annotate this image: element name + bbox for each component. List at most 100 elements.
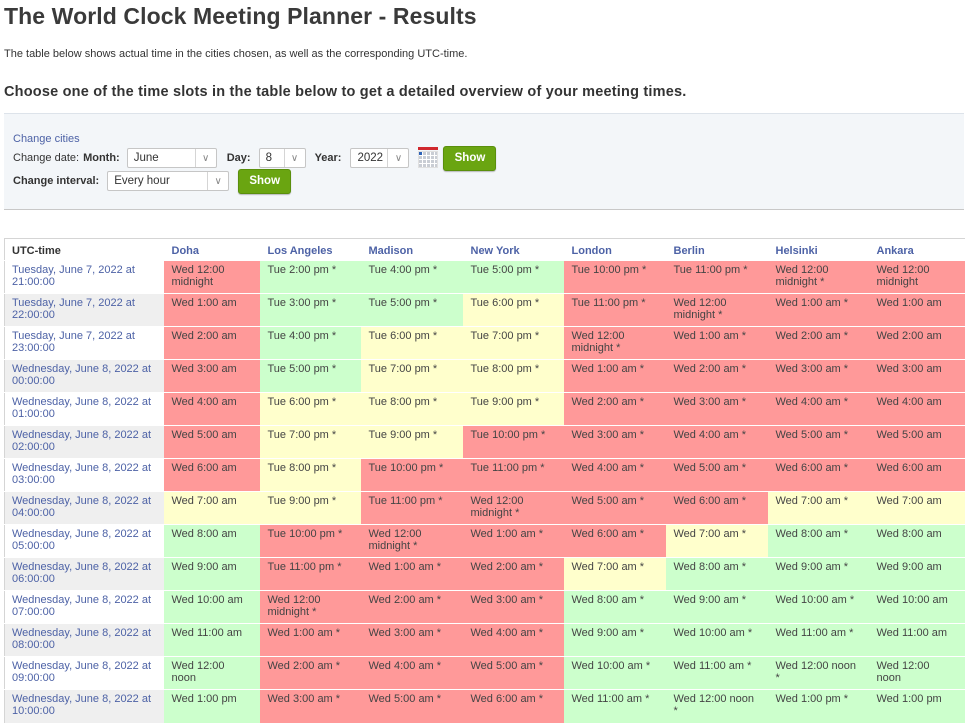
interval-select[interactable]: Every hour ∨ [107, 171, 230, 191]
time-slot-cell[interactable]: Wed 3:00 am * [563, 425, 666, 459]
time-slot-cell[interactable]: Wed 4:00 am [163, 392, 260, 426]
time-slot-cell[interactable]: Wed 5:00 am * [767, 425, 869, 459]
time-slot-cell[interactable]: Wed 7:00 am * [563, 557, 666, 591]
time-slot-cell[interactable]: Wed 6:00 am [868, 458, 965, 492]
time-slot-cell[interactable]: Wed 4:00 am * [665, 425, 768, 459]
day-select[interactable]: 8 ∨ [258, 148, 306, 168]
time-slot-cell[interactable]: Tue 9:00 pm * [462, 392, 564, 426]
time-slot-cell[interactable]: Tue 5:00 pm * [259, 359, 361, 393]
time-slot-cell[interactable]: Wed 1:00 pm [163, 689, 260, 723]
table-row[interactable]: Wednesday, June 8, 2022 at 06:00:00 Wed 9… [4, 557, 965, 591]
table-row[interactable]: Wednesday, June 8, 2022 at 03:00:00 Wed 6… [4, 458, 965, 492]
table-row[interactable]: Wednesday, June 8, 2022 at 05:00:00 Wed 8… [4, 524, 965, 558]
utc-time-cell[interactable]: Wednesday, June 8, 2022 at 01:00:00 [4, 392, 164, 426]
utc-time-cell[interactable]: Wednesday, June 8, 2022 at 04:00:00 [4, 491, 164, 525]
month-select[interactable]: June ∨ [126, 148, 217, 168]
time-slot-cell[interactable]: Wed 10:00 am * [563, 656, 666, 690]
time-slot-cell[interactable]: Wed 3:00 am * [767, 359, 869, 393]
time-slot-cell[interactable]: Tue 6:00 pm * [259, 392, 361, 426]
time-slot-cell[interactable]: Wed 5:00 am * [563, 491, 666, 525]
time-slot-cell[interactable]: Wed 5:00 am * [665, 458, 768, 492]
time-slot-cell[interactable]: Wed 8:00 am * [767, 524, 869, 558]
time-slot-cell[interactable]: Wed 6:00 am * [462, 689, 564, 723]
table-row[interactable]: Wednesday, June 8, 2022 at 02:00:00 Wed 5… [4, 425, 965, 459]
time-slot-cell[interactable]: Wed 3:00 am * [360, 623, 463, 657]
utc-time-cell[interactable]: Tuesday, June 7, 2022 at 23:00:00 [4, 326, 164, 360]
utc-time-cell[interactable]: Wednesday, June 8, 2022 at 07:00:00 [4, 590, 164, 624]
time-slot-cell[interactable]: Wed 11:00 am * [563, 689, 666, 723]
header-city-berlin[interactable]: Berlin [666, 239, 768, 261]
time-slot-cell[interactable]: Wed 7:00 am * [767, 491, 869, 525]
time-slot-cell[interactable]: Wed 12:00 midnight * [259, 590, 361, 624]
time-slot-cell[interactable]: Wed 5:00 am [163, 425, 260, 459]
time-slot-cell[interactable]: Wed 11:00 am [868, 623, 965, 657]
table-row[interactable]: Tuesday, June 7, 2022 at 22:00:00 Wed 1:0… [4, 293, 965, 327]
time-slot-cell[interactable]: Wed 8:00 am [868, 524, 965, 558]
year-select[interactable]: 2022 ∨ [350, 148, 410, 168]
time-slot-cell[interactable]: Tue 4:00 pm * [360, 260, 463, 294]
table-row[interactable]: Wednesday, June 8, 2022 at 01:00:00 Wed 4… [4, 392, 965, 426]
show-interval-button[interactable]: Show [238, 168, 292, 194]
time-slot-cell[interactable]: Tue 11:00 pm * [360, 491, 463, 525]
time-slot-cell[interactable]: Tue 11:00 pm * [665, 260, 768, 294]
time-slot-cell[interactable]: Wed 4:00 am * [767, 392, 869, 426]
time-slot-cell[interactable]: Wed 2:00 am * [259, 656, 361, 690]
time-slot-cell[interactable]: Tue 7:00 pm * [259, 425, 361, 459]
time-slot-cell[interactable]: Wed 12:00 noon * [665, 689, 768, 723]
time-slot-cell[interactable]: Wed 1:00 am [163, 293, 260, 327]
time-slot-cell[interactable]: Wed 9:00 am [163, 557, 260, 591]
header-city-helsinki[interactable]: Helsinki [768, 239, 869, 261]
time-slot-cell[interactable]: Wed 11:00 am [163, 623, 260, 657]
header-city-doha[interactable]: Doha [164, 239, 260, 261]
header-city-madison[interactable]: Madison [361, 239, 463, 261]
time-slot-cell[interactable]: Wed 10:00 am * [767, 590, 869, 624]
time-slot-cell[interactable]: Wed 1:00 pm [868, 689, 965, 723]
time-slot-cell[interactable]: Wed 9:00 am * [563, 623, 666, 657]
time-slot-cell[interactable]: Wed 10:00 am [163, 590, 260, 624]
header-city-new-york[interactable]: New York [463, 239, 564, 261]
utc-time-cell[interactable]: Wednesday, June 8, 2022 at 05:00:00 [4, 524, 164, 558]
time-slot-cell[interactable]: Wed 12:00 midnight * [563, 326, 666, 360]
time-slot-cell[interactable]: Wed 12:00 midnight [868, 260, 965, 294]
time-slot-cell[interactable]: Tue 4:00 pm * [259, 326, 361, 360]
table-row[interactable]: Wednesday, June 8, 2022 at 10:00:00 Wed 1… [4, 689, 965, 723]
time-slot-cell[interactable]: Wed 4:00 am * [360, 656, 463, 690]
time-slot-cell[interactable]: Tue 3:00 pm * [259, 293, 361, 327]
utc-time-cell[interactable]: Wednesday, June 8, 2022 at 06:00:00 [4, 557, 164, 591]
time-slot-cell[interactable]: Wed 12:00 midnight * [665, 293, 768, 327]
show-date-button[interactable]: Show [443, 145, 497, 171]
time-slot-cell[interactable]: Wed 4:00 am [868, 392, 965, 426]
time-slot-cell[interactable]: Tue 9:00 pm * [360, 425, 463, 459]
time-slot-cell[interactable]: Tue 11:00 pm * [259, 557, 361, 591]
time-slot-cell[interactable]: Wed 5:00 am * [462, 656, 564, 690]
time-slot-cell[interactable]: Tue 7:00 pm * [360, 359, 463, 393]
utc-time-cell[interactable]: Wednesday, June 8, 2022 at 03:00:00 [4, 458, 164, 492]
time-slot-cell[interactable]: Wed 2:00 am * [462, 557, 564, 591]
table-row[interactable]: Wednesday, June 8, 2022 at 07:00:00 Wed 1… [4, 590, 965, 624]
table-row[interactable]: Wednesday, June 8, 2022 at 09:00:00 Wed 1… [4, 656, 965, 690]
time-slot-cell[interactable]: Wed 11:00 am * [665, 656, 768, 690]
time-slot-cell[interactable]: Wed 7:00 am [163, 491, 260, 525]
time-slot-cell[interactable]: Tue 11:00 pm * [563, 293, 666, 327]
header-city-los-angeles[interactable]: Los Angeles [260, 239, 361, 261]
time-slot-cell[interactable]: Wed 3:00 am * [259, 689, 361, 723]
time-slot-cell[interactable]: Tue 11:00 pm * [462, 458, 564, 492]
time-slot-cell[interactable]: Wed 2:00 am * [767, 326, 869, 360]
time-slot-cell[interactable]: Tue 8:00 pm * [360, 392, 463, 426]
calendar-icon[interactable] [417, 147, 439, 169]
utc-time-cell[interactable]: Wednesday, June 8, 2022 at 02:00:00 [4, 425, 164, 459]
time-slot-cell[interactable]: Tue 5:00 pm * [360, 293, 463, 327]
time-slot-cell[interactable]: Wed 6:00 am * [665, 491, 768, 525]
time-slot-cell[interactable]: Tue 5:00 pm * [462, 260, 564, 294]
time-slot-cell[interactable]: Wed 12:00 midnight * [360, 524, 463, 558]
header-city-ankara[interactable]: Ankara [869, 239, 965, 261]
time-slot-cell[interactable]: Wed 6:00 am * [767, 458, 869, 492]
time-slot-cell[interactable]: Wed 1:00 am * [665, 326, 768, 360]
time-slot-cell[interactable]: Wed 12:00 midnight * [767, 260, 869, 294]
time-slot-cell[interactable]: Tue 6:00 pm * [360, 326, 463, 360]
time-slot-cell[interactable]: Wed 2:00 am * [563, 392, 666, 426]
time-slot-cell[interactable]: Wed 3:00 am [868, 359, 965, 393]
time-slot-cell[interactable]: Wed 9:00 am [868, 557, 965, 591]
time-slot-cell[interactable]: Tue 6:00 pm * [462, 293, 564, 327]
time-slot-cell[interactable]: Wed 7:00 am [868, 491, 965, 525]
